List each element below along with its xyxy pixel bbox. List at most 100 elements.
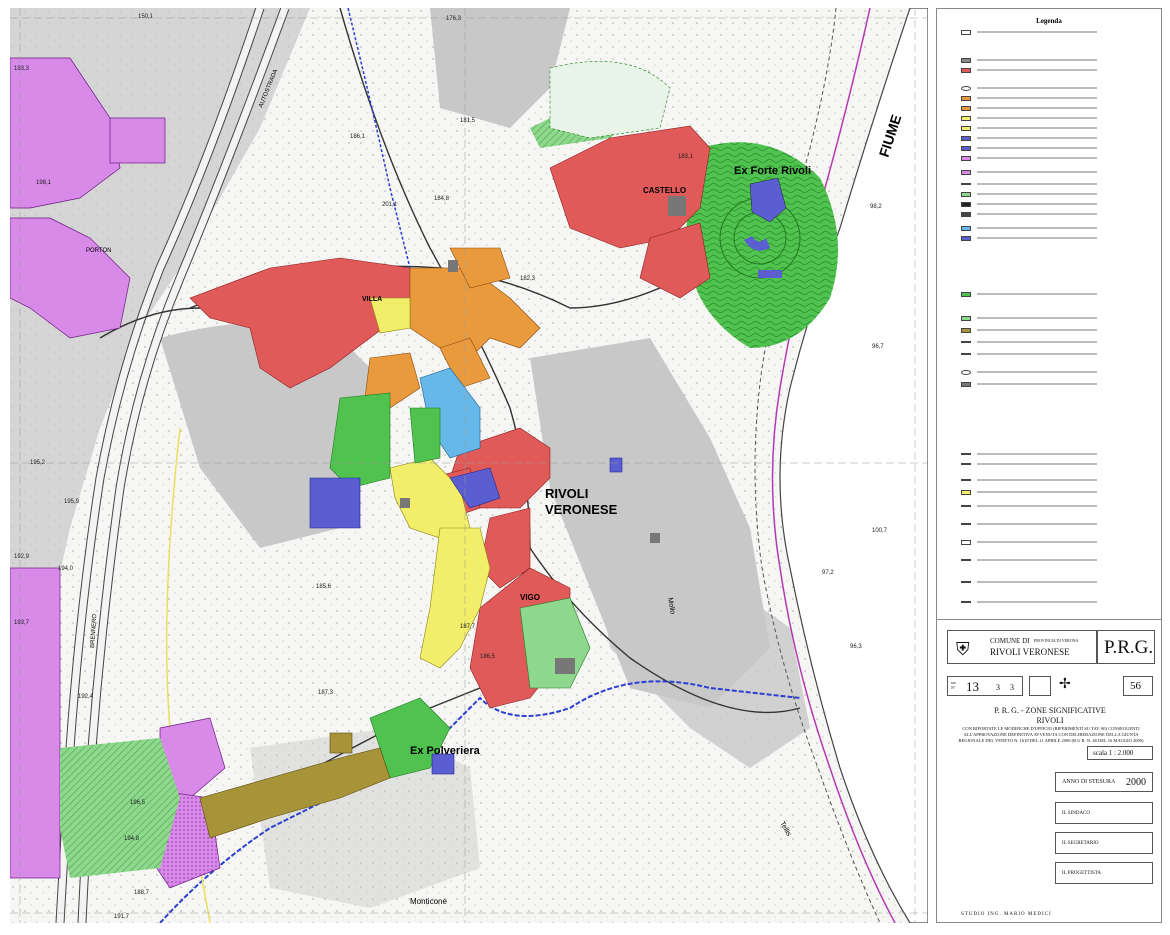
svg-text:96,3: 96,3: [850, 644, 862, 650]
legend-row: [961, 327, 1097, 333]
legend-row: [961, 67, 1097, 73]
subtitle-1: P. R. G. - ZONE SIGNIFICATIVE: [994, 706, 1106, 715]
legend-row: [961, 557, 1097, 563]
tav-number: 13: [966, 679, 979, 694]
svg-text:176,3: 176,3: [446, 16, 462, 22]
coat-of-arms-icon: ⛨: [956, 639, 970, 659]
scale-text: scala 1 : 2.000: [1093, 749, 1134, 757]
svg-text:188,7: 188,7: [134, 890, 150, 896]
legend-row: [961, 211, 1097, 217]
legend-row: [961, 201, 1097, 207]
comune-box: ⛨ COMUNE DI PROVINCIA DI VERONA RIVOLI V…: [947, 630, 1097, 664]
legend-row: [961, 369, 1097, 375]
legend-row: [961, 225, 1097, 231]
label-villa: VILLA: [362, 296, 382, 303]
legend-row: [961, 351, 1097, 357]
svg-text:193,3: 193,3: [14, 66, 30, 72]
legend-row: [961, 291, 1097, 297]
scale-box: scala 1 : 2.000: [1087, 746, 1153, 760]
prg-title: P.R.G.: [1104, 637, 1154, 658]
approval-note: CON RIPORTATE LE MODIFICHE D'UFFICIO (RI…: [958, 726, 1144, 743]
svg-text:184,8: 184,8: [434, 196, 450, 202]
legend-row: [961, 489, 1097, 495]
svg-text:191,7: 191,7: [114, 914, 130, 920]
svg-text:97,2: 97,2: [822, 570, 834, 576]
label-porton: PORTON: [86, 248, 111, 254]
svg-text:194,0: 194,0: [58, 566, 74, 572]
legend-row: [961, 57, 1097, 63]
segretario-box: IL SEGRETARIO: [1055, 832, 1153, 854]
label-forte: Ex Forte Rivoli: [734, 165, 811, 177]
sindaco-box: IL SINDACO: [1055, 802, 1153, 824]
title-block: ⛨ COMUNE DI PROVINCIA DI VERONA RIVOLI V…: [937, 619, 1161, 924]
tav-box: tav. N° 13 3 3: [947, 676, 1023, 696]
legend-row: [961, 115, 1097, 121]
legend-row: [961, 339, 1097, 345]
svg-text:187,7: 187,7: [460, 624, 476, 630]
legend-row: [961, 125, 1097, 131]
subtitle-2: RIVOLI: [1036, 716, 1064, 725]
tav-empty-box: [1029, 676, 1051, 696]
studio-name: STUDIO ING. MARIO MEDICI: [961, 912, 1052, 917]
legend-row: [961, 155, 1097, 161]
anno-value: 2000: [1126, 777, 1146, 788]
svg-text:195,9: 195,9: [64, 499, 80, 505]
anno-label: ANNO DI STESURA: [1062, 779, 1116, 785]
svg-text:185,6: 185,6: [316, 584, 332, 590]
legend-title: Legenda: [1036, 17, 1062, 25]
svg-text:192,4: 192,4: [78, 694, 94, 700]
sindaco-label: IL SINDACO: [1062, 811, 1091, 816]
label-rivoli-1: RIVOLI: [545, 486, 588, 501]
legend-row: [961, 539, 1097, 545]
svg-text:194,8: 194,8: [124, 836, 140, 842]
legend-row: [961, 315, 1097, 321]
legend-row: [961, 145, 1097, 151]
svg-text:183,1: 183,1: [678, 154, 694, 160]
label-monticone: Monticone: [410, 897, 447, 906]
legend-row: [961, 503, 1097, 509]
svg-text:98,2: 98,2: [870, 204, 882, 210]
page-box: 56: [1123, 676, 1153, 696]
prg-box: P.R.G.: [1097, 630, 1155, 664]
tav-sub1: 3: [996, 683, 1000, 692]
svg-text:195,2: 195,2: [30, 460, 46, 466]
segretario-label: IL SEGRETARIO: [1062, 841, 1099, 846]
legend-row: [961, 95, 1097, 101]
legend-row: [961, 521, 1097, 527]
svg-text:186,5: 186,5: [480, 654, 496, 660]
tav-sub2: 3: [1010, 683, 1014, 692]
legend-panel: Legenda ⛨ COMUNE DI PROVINCIA DI VERONA …: [936, 8, 1162, 923]
svg-text:96,7: 96,7: [872, 344, 884, 350]
legend-row: [961, 579, 1097, 585]
svg-text:192,9: 192,9: [14, 554, 30, 560]
svg-text:186,1: 186,1: [350, 134, 366, 140]
legend-row: [961, 135, 1097, 141]
svg-text:198,1: 198,1: [36, 180, 52, 186]
compass-icon: ✢: [1059, 677, 1071, 692]
label-polveriera: Ex Polveriera: [410, 745, 481, 757]
comune-name: RIVOLI VERONESE: [990, 647, 1070, 657]
svg-text:193,7: 193,7: [14, 620, 30, 626]
page-number: 56: [1130, 680, 1141, 692]
legend-row: [961, 169, 1097, 175]
legend-row: [961, 191, 1097, 197]
svg-text:196,5: 196,5: [130, 800, 146, 806]
svg-text:100,7: 100,7: [872, 528, 888, 534]
legend-row: [961, 599, 1097, 605]
svg-text:181,5: 181,5: [460, 118, 476, 124]
legend-row: [961, 85, 1097, 91]
tav-label: tav. N°: [951, 680, 957, 690]
map-canvas: Ex Forte Rivoli CASTELLO RIVOLI VERONESE…: [10, 8, 928, 923]
legend-row: [961, 105, 1097, 111]
svg-text:150,1: 150,1: [138, 14, 154, 20]
label-castello: CASTELLO: [643, 186, 686, 195]
label-vigo: VIGO: [520, 593, 540, 602]
legend-row: [961, 381, 1097, 387]
svg-text:187,3: 187,3: [318, 690, 334, 696]
anno-box: ANNO DI STESURA 2000: [1055, 772, 1153, 792]
svg-text:182,3: 182,3: [520, 276, 536, 282]
legend-row: [961, 461, 1097, 467]
legend-row: [961, 29, 1097, 35]
legend-row: [961, 451, 1097, 457]
progettista-box: IL PROGETTISTA: [1055, 862, 1153, 884]
